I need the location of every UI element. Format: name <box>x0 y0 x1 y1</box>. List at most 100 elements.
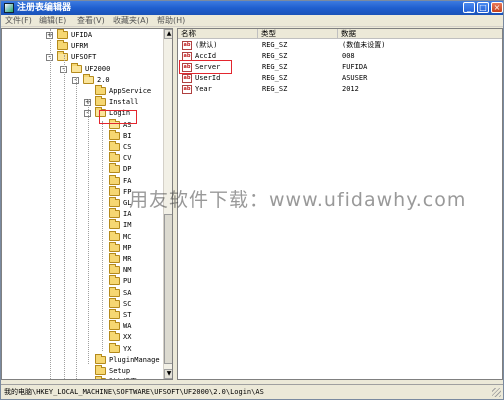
tree-item-uf2000[interactable]: - UF2000 <box>2 62 162 75</box>
value-data: ASUSER <box>342 74 368 82</box>
menu-bar: 文件(F) 编辑(E) 查看(V) 收藏夹(A) 帮助(H) <box>1 15 503 27</box>
tree-item-ufrm[interactable]: UFRM <box>2 40 162 52</box>
tree-item-mr[interactable]: MR <box>2 253 162 265</box>
folder-icon <box>109 197 120 207</box>
value-type: REG_SZ <box>262 63 288 71</box>
column-header-data[interactable]: 数据 <box>338 29 502 39</box>
tree-guide-line <box>64 55 65 379</box>
folder-icon <box>109 219 120 230</box>
folder-open-icon <box>57 51 68 62</box>
menu-view[interactable]: 查看(V) <box>77 16 105 26</box>
value-name: UserId <box>195 74 221 82</box>
tree-guide-line <box>102 121 103 351</box>
tree-item-yx[interactable]: YX <box>2 342 162 355</box>
folder-icon <box>109 230 120 241</box>
value-row-year[interactable]: ab Year REG_SZ 2012 <box>178 84 502 95</box>
tree-item-cs[interactable]: CS <box>2 141 162 153</box>
minimize-button[interactable]: _ <box>463 2 475 13</box>
tree-item-bi[interactable]: BI <box>2 129 162 142</box>
tree-item-label: PU <box>123 277 132 286</box>
tree-item-appservice[interactable]: AppService <box>2 85 162 97</box>
resize-grip-icon[interactable] <box>492 388 501 397</box>
folder-icon <box>109 141 120 151</box>
tree-item-label: AppService <box>109 87 152 95</box>
tree-item-xx[interactable]: XX <box>2 331 162 343</box>
tree-guide-line <box>76 77 77 379</box>
column-header-name[interactable]: 名称 <box>178 29 258 39</box>
menu-edit[interactable]: 编辑(E) <box>39 16 66 26</box>
tree-item-label: WA <box>123 322 132 331</box>
folder-icon <box>109 241 120 252</box>
tree-item-login[interactable]: - Login <box>2 107 162 119</box>
tree-scroll-thumb[interactable] <box>164 214 172 364</box>
string-value-icon: ab <box>182 85 192 94</box>
value-name: (默认) <box>195 41 218 49</box>
expand-plus-icon[interactable]: + <box>85 379 91 380</box>
tree-item-as[interactable]: AS <box>2 118 162 131</box>
scroll-up-arrow-icon[interactable]: ▲ <box>164 29 172 39</box>
folder-icon <box>95 353 106 364</box>
tree-item-ufida[interactable]: + UFIDA <box>2 29 162 41</box>
menu-favorites[interactable]: 收藏夹(A) <box>113 16 149 26</box>
folder-icon <box>109 208 120 219</box>
scroll-down-arrow-icon[interactable]: ▼ <box>164 369 172 379</box>
highlight-box-as-key <box>99 110 137 124</box>
tree-item-label: NM <box>123 266 132 275</box>
list-header: 名称 类型 数据 <box>178 29 502 39</box>
tree-item-cv[interactable]: CV <box>2 152 162 164</box>
tree-item-label: MR <box>123 255 132 263</box>
folder-icon <box>109 152 120 163</box>
folder-icon <box>109 297 120 308</box>
tree-item-pu[interactable]: PU <box>2 275 162 287</box>
maximize-button[interactable]: □ <box>477 2 489 13</box>
string-value-icon: ab <box>182 74 192 83</box>
tree-guide-line <box>50 29 51 379</box>
tree-item-财务报表[interactable]: + 财务报表 <box>2 376 162 380</box>
window-title: 注册表编辑器 <box>17 3 72 13</box>
folder-icon <box>109 174 120 185</box>
menu-file[interactable]: 文件(F) <box>5 16 32 26</box>
value-data: (数值未设置) <box>342 41 386 49</box>
folder-icon <box>95 85 106 95</box>
tree-item-label: 财务报表 <box>109 377 137 379</box>
tree-item-sa[interactable]: SA <box>2 286 162 299</box>
tree-item-setup[interactable]: Setup <box>2 365 162 377</box>
value-row-userid[interactable]: ab UserId REG_SZ ASUSER <box>178 73 502 84</box>
value-type: REG_SZ <box>262 52 288 60</box>
tree-item-ufsoft[interactable]: - UFSOFT <box>2 51 162 63</box>
value-name: Year <box>195 85 212 93</box>
tree-item-label: MP <box>123 243 132 252</box>
tree-item-sc[interactable]: SC <box>2 297 162 310</box>
tree-item-label: SA <box>123 288 132 297</box>
folder-icon <box>95 365 106 375</box>
folder-icon <box>109 264 120 275</box>
tree-item-wa[interactable]: WA <box>2 320 162 332</box>
tree-item-st[interactable]: ST <box>2 309 162 321</box>
watermark-text: 用友软件下载：www.ufidawhy.com <box>129 189 467 211</box>
tree-item-mp[interactable]: MP <box>2 241 162 254</box>
tree-item-dp[interactable]: DP <box>2 163 162 175</box>
tree-item-im[interactable]: IM <box>2 219 162 231</box>
tree-item-label: XX <box>123 333 132 342</box>
tree-item-label: IM <box>123 221 132 230</box>
folder-icon <box>95 96 106 107</box>
tree-item-mc[interactable]: MC <box>2 230 162 243</box>
tree-item-label: Setup <box>109 367 131 375</box>
tree-item-nm[interactable]: NM <box>2 264 162 276</box>
value-data: 2012 <box>342 85 359 93</box>
close-button[interactable]: × <box>491 2 503 13</box>
column-header-type[interactable]: 类型 <box>258 29 338 39</box>
tree-item-label: CS <box>123 143 132 151</box>
folder-icon <box>109 129 120 140</box>
value-row-[interactable]: ab (默认) REG_SZ (数值未设置) <box>178 40 502 51</box>
folder-open-icon <box>71 62 82 73</box>
folder-icon <box>109 253 120 263</box>
tree-item-2-0[interactable]: -2.0 <box>2 73 162 86</box>
tree-item-pluginmanage[interactable]: PluginManage <box>2 353 162 366</box>
value-data: FUFIDA <box>342 63 368 71</box>
tree-item-label: CV <box>123 154 132 163</box>
menu-help[interactable]: 帮助(H) <box>157 16 185 26</box>
tree-item-install[interactable]: + Install <box>2 96 162 108</box>
folder-icon <box>95 376 106 379</box>
title-bar[interactable]: 注册表编辑器 _ □ × <box>1 1 503 15</box>
